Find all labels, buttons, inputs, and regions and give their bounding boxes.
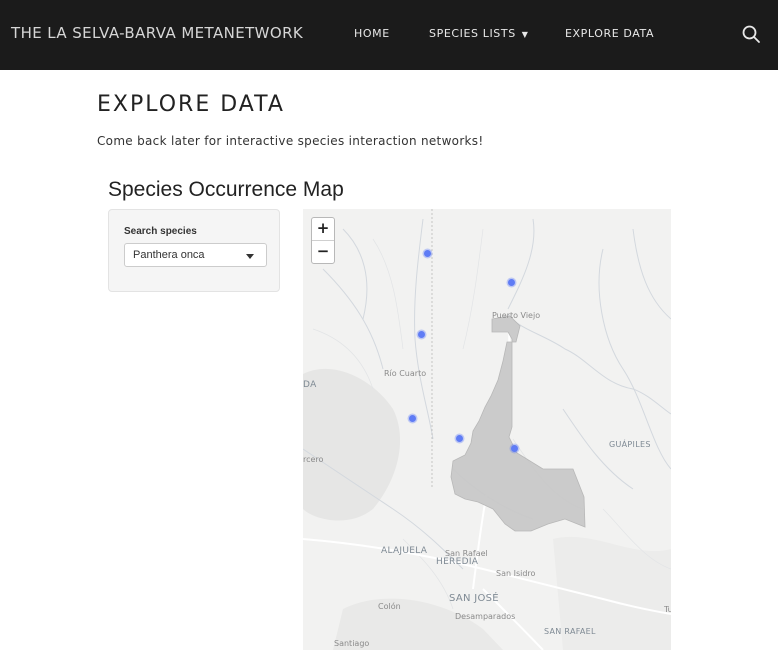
occurrence-marker[interactable] xyxy=(408,414,417,423)
protected-area-polygon xyxy=(450,315,586,532)
map-label: Desamparados xyxy=(455,612,516,621)
map-label: San Isidro xyxy=(496,569,536,578)
basemap xyxy=(303,209,671,650)
species-select[interactable]: Panthera onca xyxy=(124,243,267,267)
site-brand[interactable]: THE LA SELVA-BARVA METANETWORK xyxy=(11,24,303,42)
map-label: SAN RAFAEL xyxy=(544,627,596,636)
nav-explore-data[interactable]: EXPLORE DATA xyxy=(565,27,654,40)
occurrence-marker[interactable] xyxy=(510,444,519,453)
map-section-title: Species Occurrence Map xyxy=(108,178,344,201)
map-label: HEREDIA xyxy=(436,557,479,567)
map-label: Tu xyxy=(664,605,671,614)
page-title: EXPLORE DATA xyxy=(97,92,285,117)
nav-home[interactable]: HOME xyxy=(354,27,390,40)
search-icon[interactable] xyxy=(741,24,761,44)
zoom-in-button[interactable]: + xyxy=(312,218,334,240)
map-label: Puerto Viejo xyxy=(492,311,541,320)
species-select-value: Panthera onca xyxy=(133,249,205,261)
map-label: GUÁPILES xyxy=(609,440,651,449)
map-label: SAN JOSÉ xyxy=(449,593,499,604)
search-species-label: Search species xyxy=(124,226,197,237)
map-label: DA xyxy=(303,380,317,390)
zoom-control: + − xyxy=(311,217,335,264)
occurrence-marker[interactable] xyxy=(507,278,516,287)
map-label: Santiago xyxy=(334,639,370,648)
map-label: Colón xyxy=(378,602,401,611)
occurrence-marker[interactable] xyxy=(423,249,432,258)
intro-text: Come back later for interactive species … xyxy=(97,134,484,148)
chevron-down-icon xyxy=(246,254,254,259)
caret-down-icon: ▼ xyxy=(521,29,529,39)
occurrence-marker[interactable] xyxy=(455,434,464,443)
map-label: Río Cuarto xyxy=(384,369,427,378)
nav-species-lists[interactable]: SPECIES LISTS ▼ xyxy=(429,27,529,40)
search-panel: Search species Panthera onca xyxy=(108,209,280,292)
navbar: THE LA SELVA-BARVA METANETWORK HOME SPEC… xyxy=(0,0,778,70)
occurrence-map[interactable]: + − Puerto Viejo Río Cuarto GUÁPILES ALA… xyxy=(303,209,671,650)
zoom-out-button[interactable]: − xyxy=(312,240,334,263)
nav-species-lists-label: SPECIES LISTS xyxy=(429,27,516,40)
map-label: ALAJUELA xyxy=(381,546,428,556)
map-label: rcero xyxy=(303,455,324,464)
occurrence-marker[interactable] xyxy=(417,330,426,339)
